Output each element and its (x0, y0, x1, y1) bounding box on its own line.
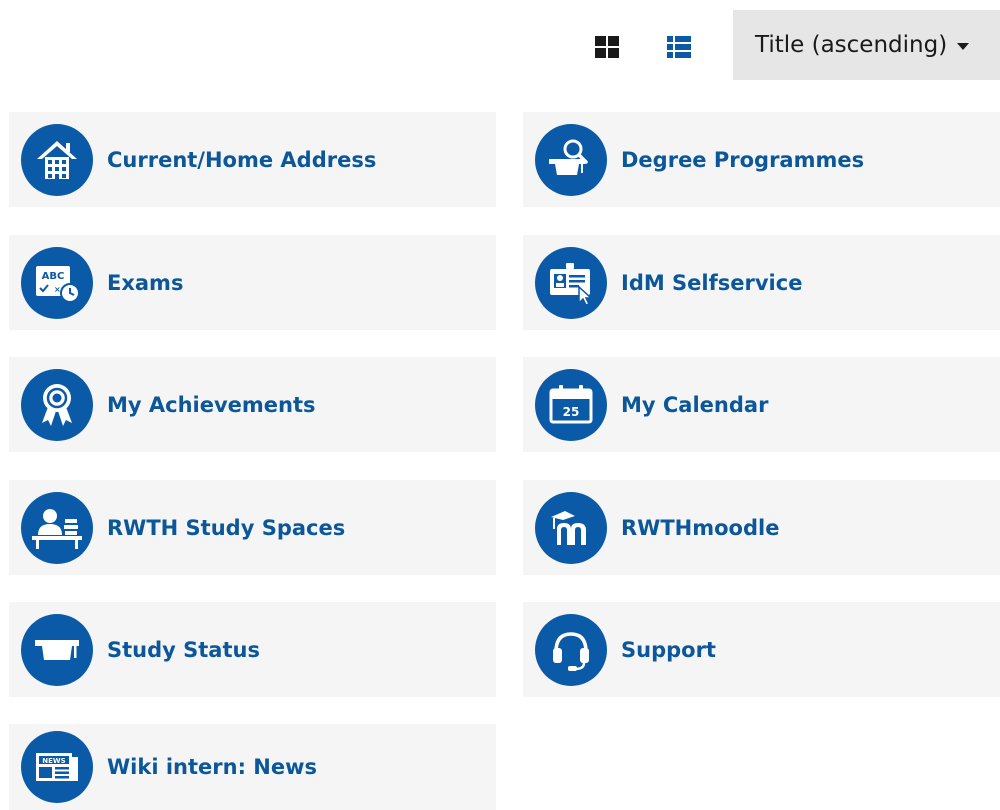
tile-rwthmoodle[interactable]: RWTHmoodle (523, 480, 1000, 575)
graduate-search-icon (535, 123, 607, 196)
headset-icon (535, 613, 607, 686)
tile-label: Exams (107, 270, 184, 295)
newspaper-icon: NEWS (21, 731, 93, 803)
moodle-logo-icon (535, 491, 607, 564)
tile-label: Wiki intern: News (107, 755, 317, 779)
news-text: NEWS (42, 757, 65, 765)
tile-label: Degree Programmes (621, 147, 865, 172)
tile-label: Current/Home Address (107, 147, 377, 172)
tile-label: Study Status (107, 637, 260, 662)
tile-my-achievements[interactable]: My Achievements (9, 357, 496, 452)
tile-idm-selfservice[interactable]: IdM Selfservice (523, 235, 1000, 330)
tile-label: My Achievements (107, 392, 316, 417)
tile-wiki-intern-news[interactable]: NEWS Wiki intern: News (9, 724, 496, 810)
tile-label: IdM Selfservice (621, 270, 803, 295)
tile-rwth-study-spaces[interactable]: RWTH Study Spaces (9, 480, 496, 575)
tile-label: RWTHmoodle (621, 515, 780, 540)
app-tile-grid: Current/Home Address Degree Programmes A… (0, 0, 1000, 810)
house-icon (21, 123, 93, 196)
award-ribbon-icon (21, 368, 93, 441)
calendar-day: 25 (563, 405, 580, 419)
tile-current-home-address[interactable]: Current/Home Address (9, 112, 496, 207)
tile-label: Support (621, 637, 716, 662)
mortarboard-icon (21, 613, 93, 686)
tile-label: My Calendar (621, 392, 769, 417)
id-card-cursor-icon (535, 246, 607, 319)
tile-label: RWTH Study Spaces (107, 515, 346, 540)
tile-study-status[interactable]: Study Status (9, 602, 496, 697)
tile-degree-programmes[interactable]: Degree Programmes (523, 112, 1000, 207)
tile-support[interactable]: Support (523, 602, 1000, 697)
calendar-icon: 25 (535, 368, 607, 441)
abc-clock-icon: ABC × × (21, 246, 93, 319)
svg-text:ABC: ABC (42, 271, 65, 282)
tile-exams[interactable]: ABC × × Exams (9, 235, 496, 330)
tile-my-calendar[interactable]: 25 My Calendar (523, 357, 1000, 452)
student-desk-icon (21, 491, 93, 564)
